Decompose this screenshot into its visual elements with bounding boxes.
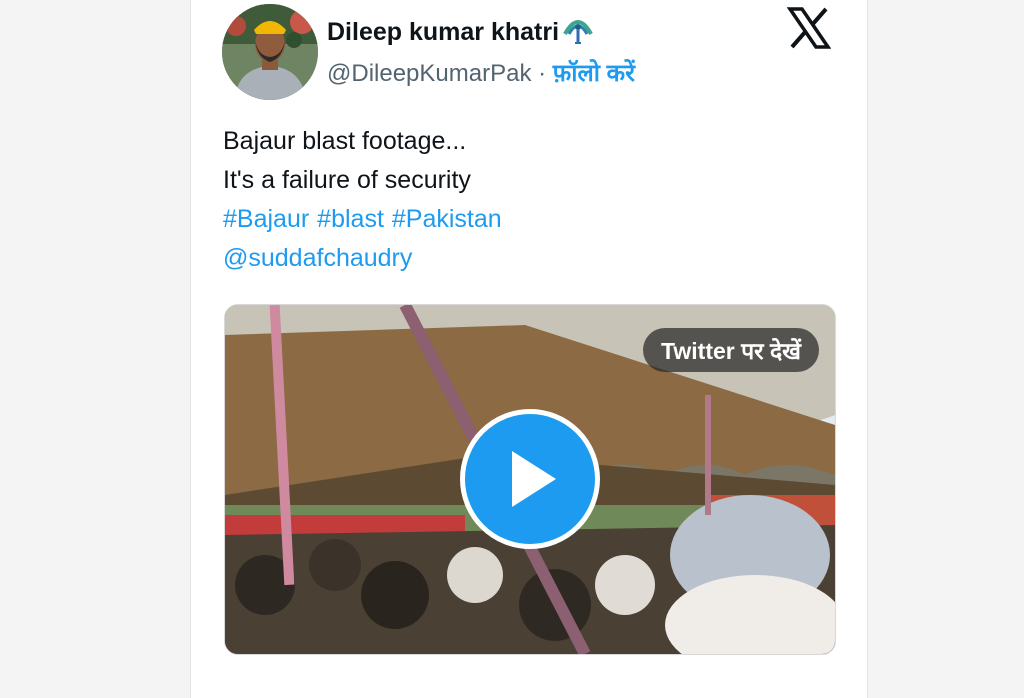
user-avatar-icon [222,4,318,100]
mention-line: @suddafchaudry [223,239,502,278]
hashtag-link[interactable]: #Pakistan [392,205,502,233]
follow-button[interactable]: फ़ॉलो करें [553,60,635,87]
play-button[interactable] [460,409,600,549]
hashtag-link[interactable]: #blast [317,205,384,233]
tweet-line-1: Bajaur blast footage... [223,127,467,155]
watch-on-twitter-button[interactable]: Twitter पर देखें [643,328,819,372]
play-icon [512,451,556,507]
peacock-emoji-icon [561,14,595,51]
author-display-name[interactable]: Dileep kumar khatri [327,18,559,47]
handle-separator: · [531,60,553,87]
author-handle[interactable]: @DileepKumarPak [327,60,531,87]
tweet-line-2: It's a failure of security [223,166,471,194]
tweet-card: Dileep kumar khatri @DileepKumarPak · फ़… [190,0,868,698]
author-name[interactable]: Dileep kumar khatri [327,14,595,51]
author-avatar[interactable] [222,4,318,100]
hashtag-link[interactable]: #Bajaur [223,205,309,233]
x-logo-icon[interactable] [786,6,832,55]
hashtag-line: #Bajaur #blast #Pakistan [223,200,502,239]
author-handle-row: @DileepKumarPak · फ़ॉलो करें [327,56,635,89]
tweet-text: Bajaur blast footage... It's a failure o… [223,122,502,278]
video-player[interactable]: Twitter पर देखें [224,304,836,655]
mention-link[interactable]: @suddafchaudry [223,244,412,272]
